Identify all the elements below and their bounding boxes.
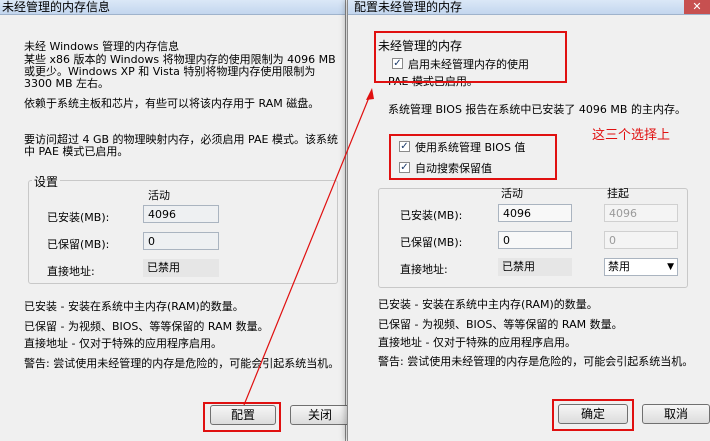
direct-address-suspend-select[interactable]: 禁用 ▼ — [604, 258, 678, 276]
direct-address-active-field: 已禁用 — [143, 259, 219, 277]
installed-suspend-field: 4096 — [604, 204, 678, 222]
direct-address-label: 直接地址: — [400, 263, 448, 276]
chevron-down-icon[interactable]: ▼ — [667, 259, 674, 275]
description-limit: 某些 x86 版本的 Windows 将物理内存的使用限制为 4096 MB 或… — [24, 53, 336, 90]
warning-text: 警告: 尝试使用未经管理的内存是危险的，可能会引起系统当机。 — [378, 355, 694, 368]
legend-installed: 已安装 - 安装在系统中主内存(RAM)的数量。 — [378, 298, 598, 311]
legend-reserved: 已保留 - 为视频、BIOS、等等保留的 RAM 数量。 — [378, 318, 623, 331]
column-active: 活动 — [501, 187, 523, 200]
legend-direct: 直接地址 - 仅对于特殊的应用程序启用。 — [378, 336, 576, 349]
settings-legend: 设置 — [32, 173, 61, 190]
heading: 未经 Windows 管理的内存信息 — [24, 40, 180, 53]
options-highlight — [389, 134, 557, 180]
titlebar: 配置未经管理的内存 ✕ — [348, 0, 710, 15]
titlebar: 未经管理的内存信息 — [0, 0, 345, 15]
reserved-active-field: 0 — [143, 232, 219, 250]
cancel-button[interactable]: 取消 — [642, 404, 710, 424]
direct-address-label: 直接地址: — [47, 265, 95, 278]
legend-reserved: 已保留 - 为视频、BIOS、等等保留的 RAM 数量。 — [24, 320, 269, 333]
close-icon[interactable]: ✕ — [684, 0, 710, 14]
reserved-suspend-field: 0 — [604, 231, 678, 249]
legend-installed: 已安装 - 安装在系统中主内存(RAM)的数量。 — [24, 300, 244, 313]
column-active: 活动 — [148, 189, 170, 202]
reserved-label: 已保留(MB): — [47, 238, 110, 251]
direct-address-active-field: 已禁用 — [498, 258, 572, 276]
installed-active-field: 4096 — [143, 205, 219, 223]
installed-label: 已安装(MB): — [400, 209, 463, 222]
direct-address-suspend-value: 禁用 — [608, 260, 630, 273]
warning-text: 警告: 尝试使用未经管理的内存是危险的，可能会引起系统当机。 — [24, 357, 340, 370]
window-title: 未经管理的内存信息 — [2, 0, 111, 14]
memory-info-window: 未经管理的内存信息 未经 Windows 管理的内存信息 某些 x86 版本的 … — [0, 0, 350, 441]
legend-direct: 直接地址 - 仅对于特殊的应用程序启用。 — [24, 337, 222, 350]
configure-highlight — [203, 402, 281, 432]
configure-memory-window: 配置未经管理的内存 ✕ 未经管理的内存 ✓ 启用未经管理内存的使用 PAE 模式… — [347, 0, 710, 441]
reserved-label: 已保留(MB): — [400, 236, 463, 249]
window-title: 配置未经管理的内存 — [354, 0, 463, 14]
reserved-active-field[interactable]: 0 — [498, 231, 572, 249]
installed-label: 已安装(MB): — [47, 211, 110, 224]
ok-highlight — [552, 399, 634, 431]
column-suspend: 挂起 — [607, 187, 629, 200]
description-ramdisk: 依赖于系统主板和芯片，有些可以将该内存用于 RAM 磁盘。 — [24, 97, 320, 110]
enable-highlight — [374, 31, 567, 83]
annotation-text: 这三个选择上 — [592, 128, 671, 143]
close-button[interactable]: 关闭 — [290, 405, 350, 425]
description-pae: 要访问超过 4 GB 的物理映射内存，必须启用 PAE 模式。该系统中 PAE … — [24, 133, 338, 158]
installed-active-field[interactable]: 4096 — [498, 204, 572, 222]
bios-report-text: 系统管理 BIOS 报告在系统中已安装了 4096 MB 的主内存。 — [388, 103, 686, 116]
